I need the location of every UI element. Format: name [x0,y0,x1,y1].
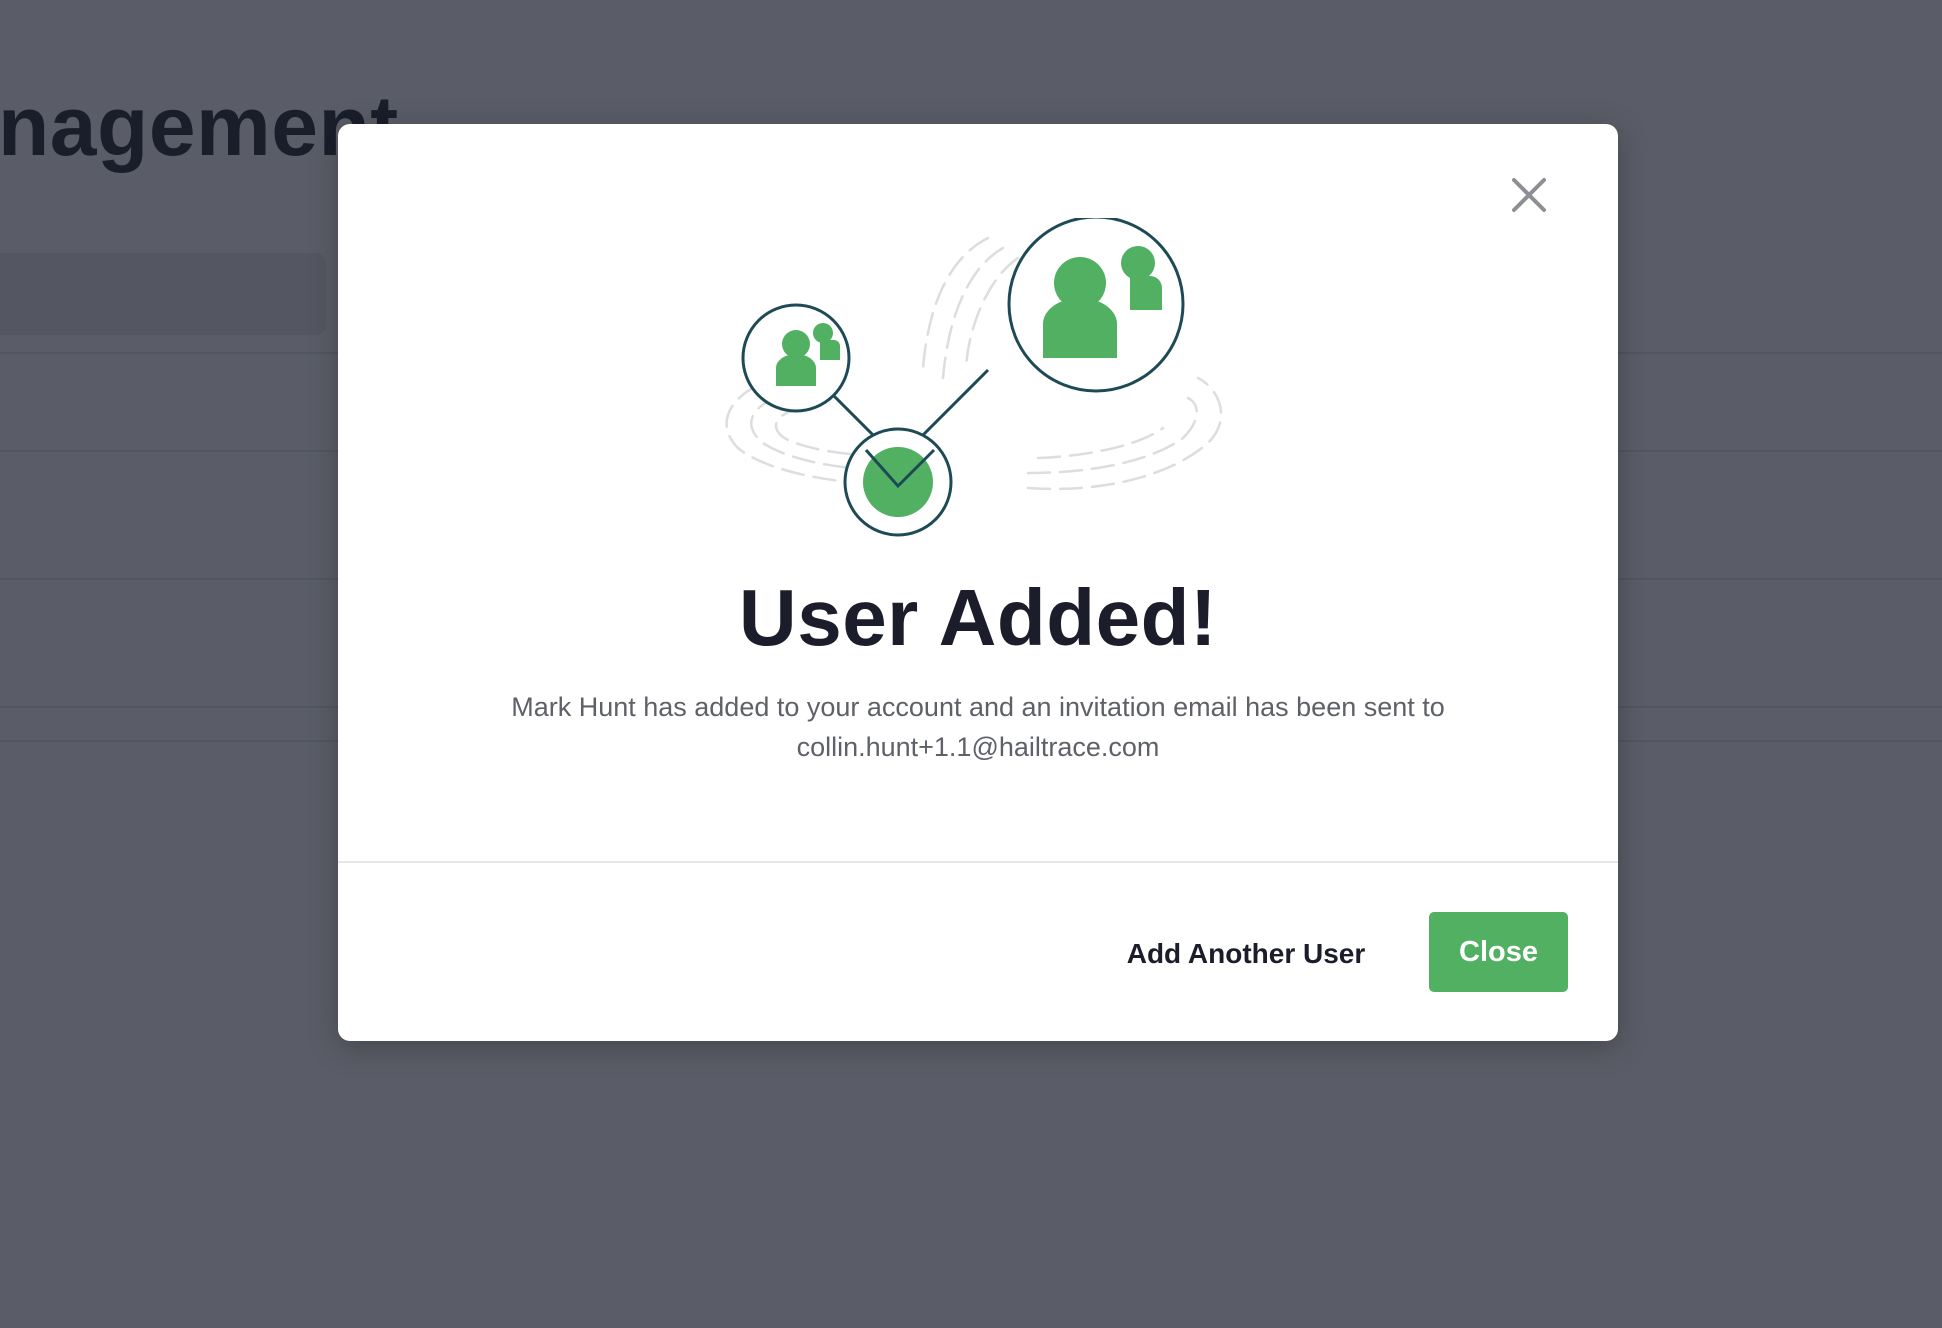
modal-footer-divider [338,861,1618,863]
close-icon[interactable] [1502,168,1556,222]
modal-title: User Added! [738,573,1218,662]
user-added-modal: User Added! Mark Hunt has added to your … [338,124,1618,1041]
page: nagement [0,0,1942,1328]
modal-message: Mark Hunt has added to your account and … [458,687,1498,767]
close-button[interactable]: Close [1429,912,1568,992]
message-text: Mark Hunt has added to your account and … [511,692,1445,722]
users-connected-illustration [698,215,1258,548]
invited-email: collin.hunt+1.1@hailtrace.com [796,732,1160,762]
add-another-user-button[interactable]: Add Another User [1116,914,1376,994]
